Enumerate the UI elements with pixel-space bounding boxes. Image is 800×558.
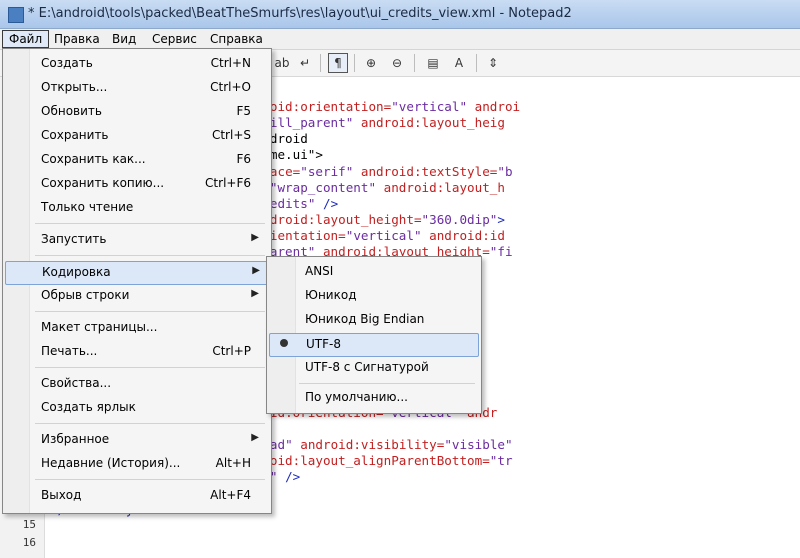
toolbar-separator: [320, 54, 321, 72]
code-token: />: [277, 469, 301, 485]
line-number: 16: [22, 536, 36, 549]
menu-item-favorites[interactable]: Избранное ▶: [5, 429, 267, 451]
menu-separator: [35, 223, 265, 224]
menu-bar: Файл Правка Вид Сервис Справка: [0, 29, 800, 50]
menu-separator: [35, 367, 265, 368]
code-token: "tr: [489, 453, 513, 469]
menu-item-print[interactable]: Печать... Ctrl+P: [5, 341, 267, 363]
code-token: androi: [467, 99, 521, 115]
notepad-app-icon: [8, 7, 24, 23]
encoding-submenu: ANSI Юникод Юникод Big Endian UTF-8 UTF-…: [266, 256, 482, 414]
find-replace-icon[interactable]: ab: [273, 54, 291, 72]
code-token: "serif": [300, 163, 354, 179]
menu-item-reload[interactable]: Обновить F5: [5, 101, 267, 123]
zoom-out-icon[interactable]: ⊖: [388, 54, 406, 72]
menu-separator: [35, 311, 265, 312]
code-token: "wrap_content": [269, 179, 377, 195]
submenu-arrow-icon: ▶: [252, 265, 260, 276]
encoding-unicode[interactable]: Юникод: [269, 285, 477, 307]
word-wrap-icon[interactable]: ↵: [296, 54, 314, 72]
menu-item-save-as[interactable]: Сохранить как... F6: [5, 149, 267, 171]
menu-item-line-endings[interactable]: Обрыв строки ▶: [5, 285, 267, 307]
menu-item-recent-history[interactable]: Недавние (История)... Alt+H: [5, 453, 267, 475]
menu-separator: [35, 479, 265, 480]
code-token: >: [497, 211, 505, 227]
menu-item-exit[interactable]: Выход Alt+F4: [5, 485, 267, 507]
submenu-arrow-icon: ▶: [251, 232, 259, 243]
menu-tools[interactable]: Сервис: [146, 31, 203, 47]
code-token: android:textStyle=: [353, 163, 498, 179]
code-token: android:layout_h: [376, 179, 505, 195]
code-token: />: [315, 195, 339, 211]
menu-item-read-only[interactable]: Только чтение: [5, 197, 267, 219]
menu-item-new[interactable]: Создать Ctrl+N: [5, 53, 267, 75]
menu-item-launch[interactable]: Запустить ▶: [5, 229, 267, 251]
code-token: "vertical": [345, 227, 422, 243]
line-numbers-toggle-icon[interactable]: ¶: [328, 53, 348, 73]
submenu-arrow-icon: ▶: [251, 288, 259, 299]
scheme-icon[interactable]: ▤: [424, 54, 442, 72]
code-token: "360.0dip": [421, 211, 498, 227]
menu-item-page-setup[interactable]: Макет страницы...: [5, 317, 267, 339]
code-token: android:id: [421, 227, 505, 243]
encoding-default[interactable]: По умолчанию...: [269, 387, 477, 409]
title-bar: * E:\android\tools\packed\BeatTheSmurfs\…: [0, 0, 800, 29]
menu-item-save[interactable]: Сохранить Ctrl+S: [5, 125, 267, 147]
code-token: "fi: [489, 244, 513, 259]
line-number: 15: [22, 518, 36, 531]
menu-edit[interactable]: Правка: [48, 31, 106, 47]
encoding-unicode-big-endian[interactable]: Юникод Big Endian: [269, 309, 477, 331]
window-title: * E:\android\tools\packed\BeatTheSmurfs\…: [28, 6, 572, 21]
menu-item-encoding[interactable]: Кодировка ▶: [5, 261, 269, 285]
menu-file[interactable]: Файл: [2, 30, 50, 48]
menu-separator: [35, 255, 265, 256]
menu-item-create-shortcut[interactable]: Создать ярлык: [5, 397, 267, 419]
file-menu-dropdown: Создать Ctrl+N Открыть... Ctrl+O Обновить F…: [2, 48, 272, 514]
menu-item-properties[interactable]: Свойства...: [5, 373, 267, 395]
menu-view[interactable]: Вид: [106, 31, 142, 47]
menu-help[interactable]: Справка: [204, 31, 269, 47]
code-token: "b: [497, 163, 513, 179]
submenu-arrow-icon: ▶: [251, 432, 259, 443]
code-token: "vertical": [391, 99, 468, 115]
menu-item-open[interactable]: Открыть... Ctrl+O: [5, 77, 267, 99]
encoding-utf8[interactable]: UTF-8: [269, 333, 479, 357]
code-token: android:layout_heig: [353, 115, 505, 131]
scroll-icon[interactable]: ⇕: [484, 54, 502, 72]
zoom-in-icon[interactable]: ⊕: [362, 54, 380, 72]
toolbar-separator: [476, 54, 477, 72]
menu-separator: [299, 383, 475, 384]
radio-check-icon: [280, 339, 288, 347]
code-token: "visible": [444, 437, 513, 453]
encoding-utf8-signature[interactable]: UTF-8 с Сигнатурой: [269, 357, 477, 379]
menu-item-save-copy[interactable]: Сохранить копию... Ctrl+F6: [5, 173, 267, 195]
encoding-ansi[interactable]: ANSI: [269, 261, 477, 283]
toolbar-separator: [414, 54, 415, 72]
code-token: android:visibility=: [292, 437, 445, 453]
menu-separator: [35, 423, 265, 424]
font-icon[interactable]: A: [450, 54, 468, 72]
code-token: android:layout_height=: [247, 211, 422, 227]
toolbar-separator: [354, 54, 355, 72]
